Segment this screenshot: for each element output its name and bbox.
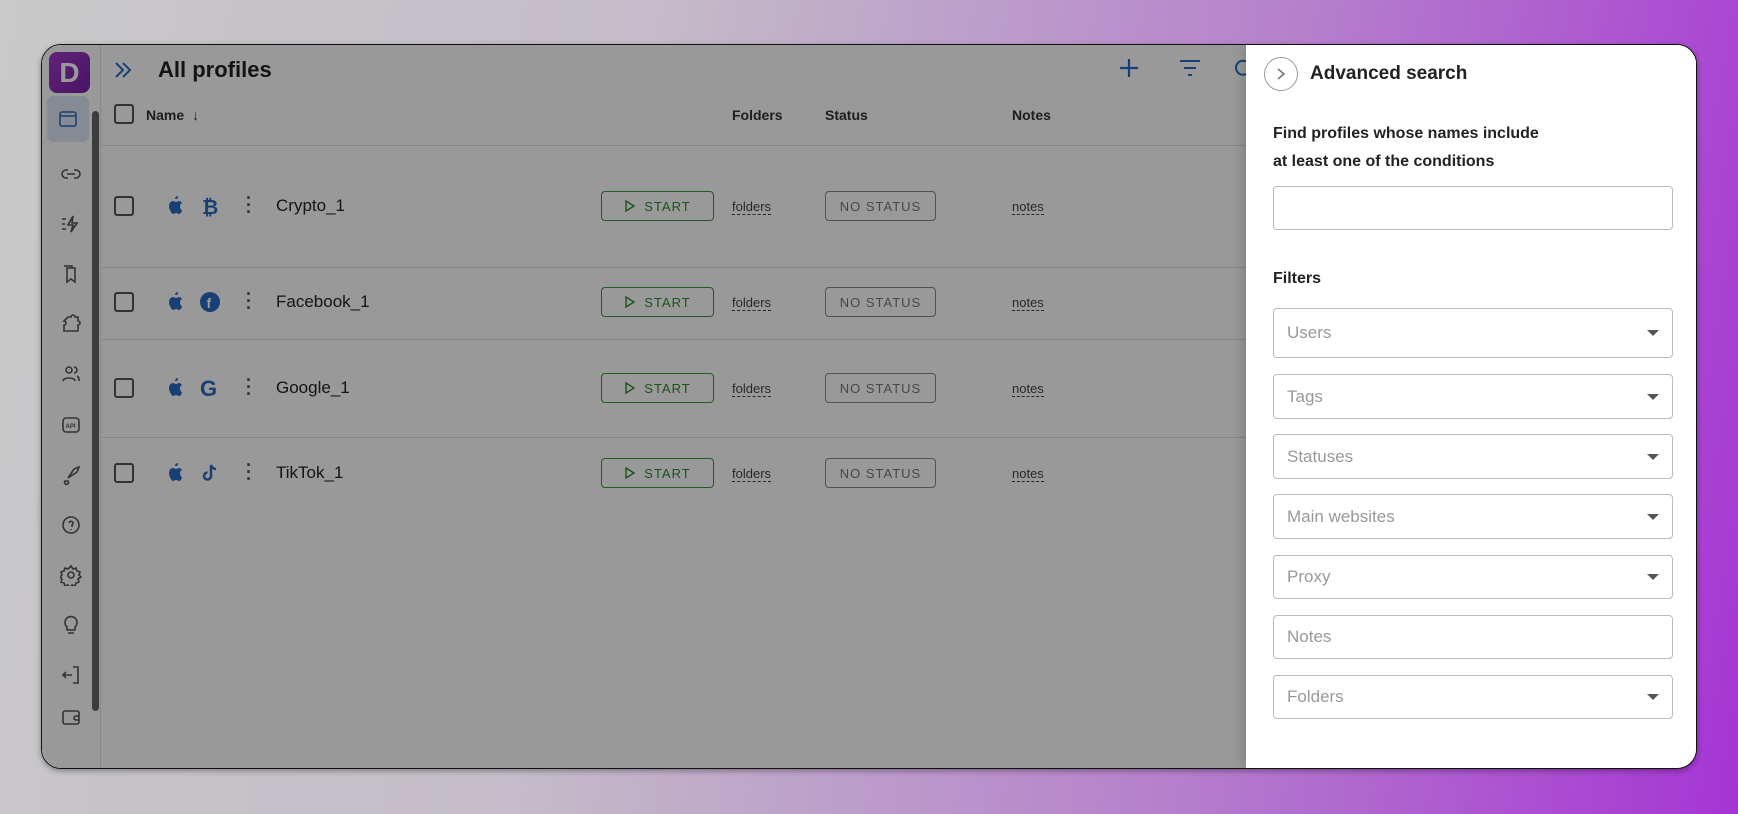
filter-statuses[interactable]: Statuses (1273, 434, 1673, 479)
filter-placeholder: Proxy (1287, 567, 1331, 586)
modal-backdrop[interactable] (42, 45, 1246, 768)
filter-placeholder: Main websites (1287, 506, 1395, 526)
filter-placeholder: Statuses (1287, 446, 1354, 466)
dropdown-caret-icon (1647, 694, 1659, 700)
dropdown-caret-icon (1647, 330, 1659, 336)
filter-notes[interactable]: Notes (1273, 615, 1673, 659)
search-description: Find profiles whose names include at leas… (1273, 120, 1539, 176)
filter-proxy[interactable]: Proxy (1273, 555, 1673, 599)
filter-placeholder: Folders (1287, 687, 1344, 706)
name-search-input[interactable] (1273, 186, 1673, 230)
dropdown-caret-icon (1647, 513, 1659, 520)
app-window: D API All profiles Name ↓ Folders Status … (41, 44, 1697, 769)
dropdown-caret-icon (1647, 453, 1659, 460)
chevron-right-icon (1277, 68, 1286, 80)
filter-tags[interactable]: Tags (1273, 374, 1673, 419)
filters-heading: Filters (1273, 270, 1322, 287)
filter-folders[interactable]: Folders (1273, 675, 1673, 719)
filter-main-websites[interactable]: Main websites (1273, 494, 1673, 539)
filter-placeholder: Notes (1287, 627, 1332, 646)
collapse-panel-button[interactable] (1264, 57, 1298, 91)
filter-placeholder: Users (1287, 323, 1332, 342)
dropdown-caret-icon (1647, 574, 1659, 580)
panel-title: Advanced search (1310, 63, 1468, 84)
advanced-search-panel: Advanced search Find profiles whose name… (1246, 45, 1696, 768)
filter-placeholder: Tags (1287, 386, 1323, 406)
description-line: Find profiles whose names include (1273, 125, 1539, 142)
dropdown-caret-icon (1647, 393, 1659, 400)
filter-users[interactable]: Users (1273, 308, 1673, 358)
description-line: at least one of the conditions (1273, 153, 1495, 170)
